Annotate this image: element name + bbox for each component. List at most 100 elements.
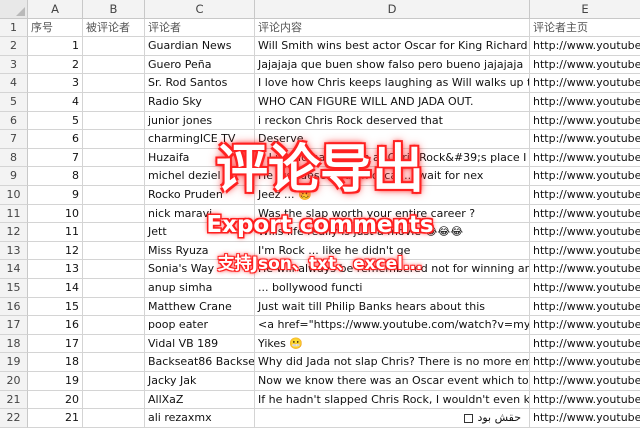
cell-commented-user[interactable] xyxy=(83,148,145,168)
header-cell-commenter[interactable]: 评论者 xyxy=(145,18,255,38)
cell-comment-content[interactable]: حقش بود xyxy=(255,409,530,428)
cell-commented-user[interactable] xyxy=(83,74,145,93)
cell-index[interactable]: 19 xyxy=(28,372,83,391)
cell-comment-content[interactable]: Jajajaja que buen show falso pero bueno … xyxy=(255,55,530,75)
cell-commenter-homepage[interactable]: http://www.youtube. xyxy=(530,93,640,112)
cell-comment-content[interactable]: i reckon Chris Rock deserved that xyxy=(255,111,530,131)
cell-index[interactable]: 9 xyxy=(28,186,83,205)
cell-comment-content[interactable]: I'm Rock ... like he didn't ge xyxy=(255,241,530,261)
header-cell-commented-user[interactable]: 被评论者 xyxy=(83,18,145,38)
cell-commenter-homepage[interactable]: http://www.youtube. xyxy=(530,260,640,279)
row-number[interactable]: 20 xyxy=(0,372,28,391)
column-header-c[interactable]: C xyxy=(145,0,255,19)
cell-index[interactable]: 6 xyxy=(28,130,83,149)
row-number[interactable]: 16 xyxy=(0,297,28,317)
cell-index[interactable]: 4 xyxy=(28,93,83,112)
row-number[interactable]: 22 xyxy=(0,409,28,428)
cell-comment-content[interactable]: Just wait till Philip Banks hears about … xyxy=(255,297,530,317)
cell-commented-user[interactable] xyxy=(83,334,145,354)
cell-commenter[interactable]: Huzaifa xyxy=(145,148,255,168)
header-cell-commenter-homepage[interactable]: 评论者主页 xyxy=(530,19,640,38)
cell-index[interactable]: 3 xyxy=(28,74,83,93)
cell-commenter[interactable]: anup simha xyxy=(145,279,255,298)
cell-comment-content[interactable]: I love how Chris keeps laughing as Will … xyxy=(255,74,530,93)
cell-comment-content[interactable]: He just deserved an oscar.... wait for n… xyxy=(255,167,530,186)
cell-commenter[interactable]: Radio Sky xyxy=(145,93,255,112)
cell-comment-content[interactable]: Why did Jada not slap Chris? There is no… xyxy=(255,353,530,372)
cell-comment-content[interactable]: Yikes 😬 xyxy=(255,334,530,354)
cell-commenter-homepage[interactable]: http://www.youtube. xyxy=(530,223,640,242)
cell-commented-user[interactable] xyxy=(83,204,145,224)
cell-comment-content[interactable]: Wills life really is just a movie 😂😂😂 xyxy=(255,223,530,242)
cell-index[interactable]: 21 xyxy=(28,409,83,428)
cell-commented-user[interactable] xyxy=(83,279,145,298)
cell-commenter-homepage[interactable]: http://www.youtube. xyxy=(530,279,640,298)
cell-commented-user[interactable] xyxy=(83,130,145,149)
column-header-d[interactable]: D xyxy=(255,0,530,19)
row-number[interactable]: 6 xyxy=(0,111,28,131)
column-header-e[interactable]: E xyxy=(530,0,640,19)
cell-commenter[interactable]: Backseat86 Backseat xyxy=(145,353,255,372)
cell-comment-content[interactable]: Will Smith wins best actor Oscar for Kin… xyxy=(255,37,530,56)
cell-commenter-homepage[interactable]: http://www.youtube. xyxy=(530,372,640,391)
row-number[interactable]: 17 xyxy=(0,316,28,335)
cell-comment-content[interactable]: Deserve xyxy=(255,130,530,149)
cell-index[interactable]: 11 xyxy=(28,223,83,242)
cell-commenter[interactable]: Sonia's Way xyxy=(145,260,255,279)
row-number[interactable]: 8 xyxy=(0,148,28,168)
cell-comment-content[interactable]: <a href="https://www.youtube.com/watch?v… xyxy=(255,316,530,335)
cell-commenter-homepage[interactable]: http://www.youtube. xyxy=(530,242,640,261)
cell-index[interactable]: 18 xyxy=(28,353,83,372)
cell-commented-user[interactable] xyxy=(83,372,145,391)
cell-commented-user[interactable] xyxy=(83,55,145,75)
row-number[interactable]: 14 xyxy=(0,260,28,279)
row-number[interactable]: 2 xyxy=(0,37,28,56)
row-number[interactable]: 3 xyxy=(0,55,28,75)
cell-commenter-homepage[interactable]: http://www.youtube. xyxy=(530,316,640,335)
cell-commenter[interactable]: Guero Peña xyxy=(145,55,255,75)
cell-commented-user[interactable] xyxy=(83,223,145,242)
cell-commenter-homepage[interactable]: http://www.youtube. xyxy=(530,130,640,149)
cell-commenter[interactable]: Miss Ryuza xyxy=(145,241,255,261)
header-cell-comment-content[interactable]: 评论内容 xyxy=(255,18,530,38)
row-number[interactable]: 1 xyxy=(0,18,28,38)
cell-index[interactable]: 12 xyxy=(28,241,83,261)
cell-commenter[interactable]: Guardian News xyxy=(145,37,255,56)
cell-index[interactable]: 5 xyxy=(28,111,83,131)
cell-commented-user[interactable] xyxy=(83,409,145,428)
cell-commenter[interactable]: michel deziel xyxy=(145,167,255,186)
cell-commented-user[interactable] xyxy=(83,167,145,186)
cell-commenter-homepage[interactable]: http://www.youtube. xyxy=(530,149,640,168)
cell-commented-user[interactable] xyxy=(83,353,145,372)
row-number[interactable]: 11 xyxy=(0,204,28,224)
cell-commented-user[interactable] xyxy=(83,186,145,205)
row-number[interactable]: 18 xyxy=(0,334,28,354)
cell-commented-user[interactable] xyxy=(83,297,145,317)
cell-commenter[interactable]: Rocko Pruden xyxy=(145,186,255,205)
cell-commenter-homepage[interactable]: http://www.youtube. xyxy=(530,37,640,56)
cell-comment-content[interactable]: Jeez ... 🥴 xyxy=(255,186,530,205)
cell-commenter[interactable]: charmingICE TV xyxy=(145,130,255,149)
cell-commenter-homepage[interactable]: http://www.youtube. xyxy=(530,112,640,131)
cell-commenter-homepage[interactable]: http://www.youtube. xyxy=(530,205,640,224)
cell-commented-user[interactable] xyxy=(83,260,145,279)
cell-index[interactable]: 8 xyxy=(28,167,83,186)
row-number[interactable]: 10 xyxy=(0,186,28,205)
cell-commenter[interactable]: Vidal VB 189 xyxy=(145,334,255,354)
cell-commented-user[interactable] xyxy=(83,93,145,112)
cell-commenter-homepage[interactable]: http://www.youtube. xyxy=(530,186,640,205)
row-number[interactable]: 9 xyxy=(0,167,28,186)
cell-index[interactable]: 16 xyxy=(28,316,83,335)
cell-commented-user[interactable] xyxy=(83,111,145,131)
cell-index[interactable]: 13 xyxy=(28,260,83,279)
select-all-corner[interactable] xyxy=(0,0,28,19)
cell-commenter[interactable]: Matthew Crane xyxy=(145,297,255,317)
cell-commenter[interactable]: Sr. Rod Santos xyxy=(145,74,255,93)
cell-index[interactable]: 17 xyxy=(28,334,83,354)
cell-comment-content[interactable]: Was the slap worth your entire career ? xyxy=(255,204,530,224)
cell-index[interactable]: 15 xyxy=(28,297,83,317)
cell-commenter[interactable]: Jacky Jak xyxy=(145,372,255,391)
cell-comment-content[interactable]: If I would have been at Chris Rock&#39;s… xyxy=(255,148,530,168)
cell-commented-user[interactable] xyxy=(83,37,145,56)
column-header-a[interactable]: A xyxy=(28,0,83,19)
